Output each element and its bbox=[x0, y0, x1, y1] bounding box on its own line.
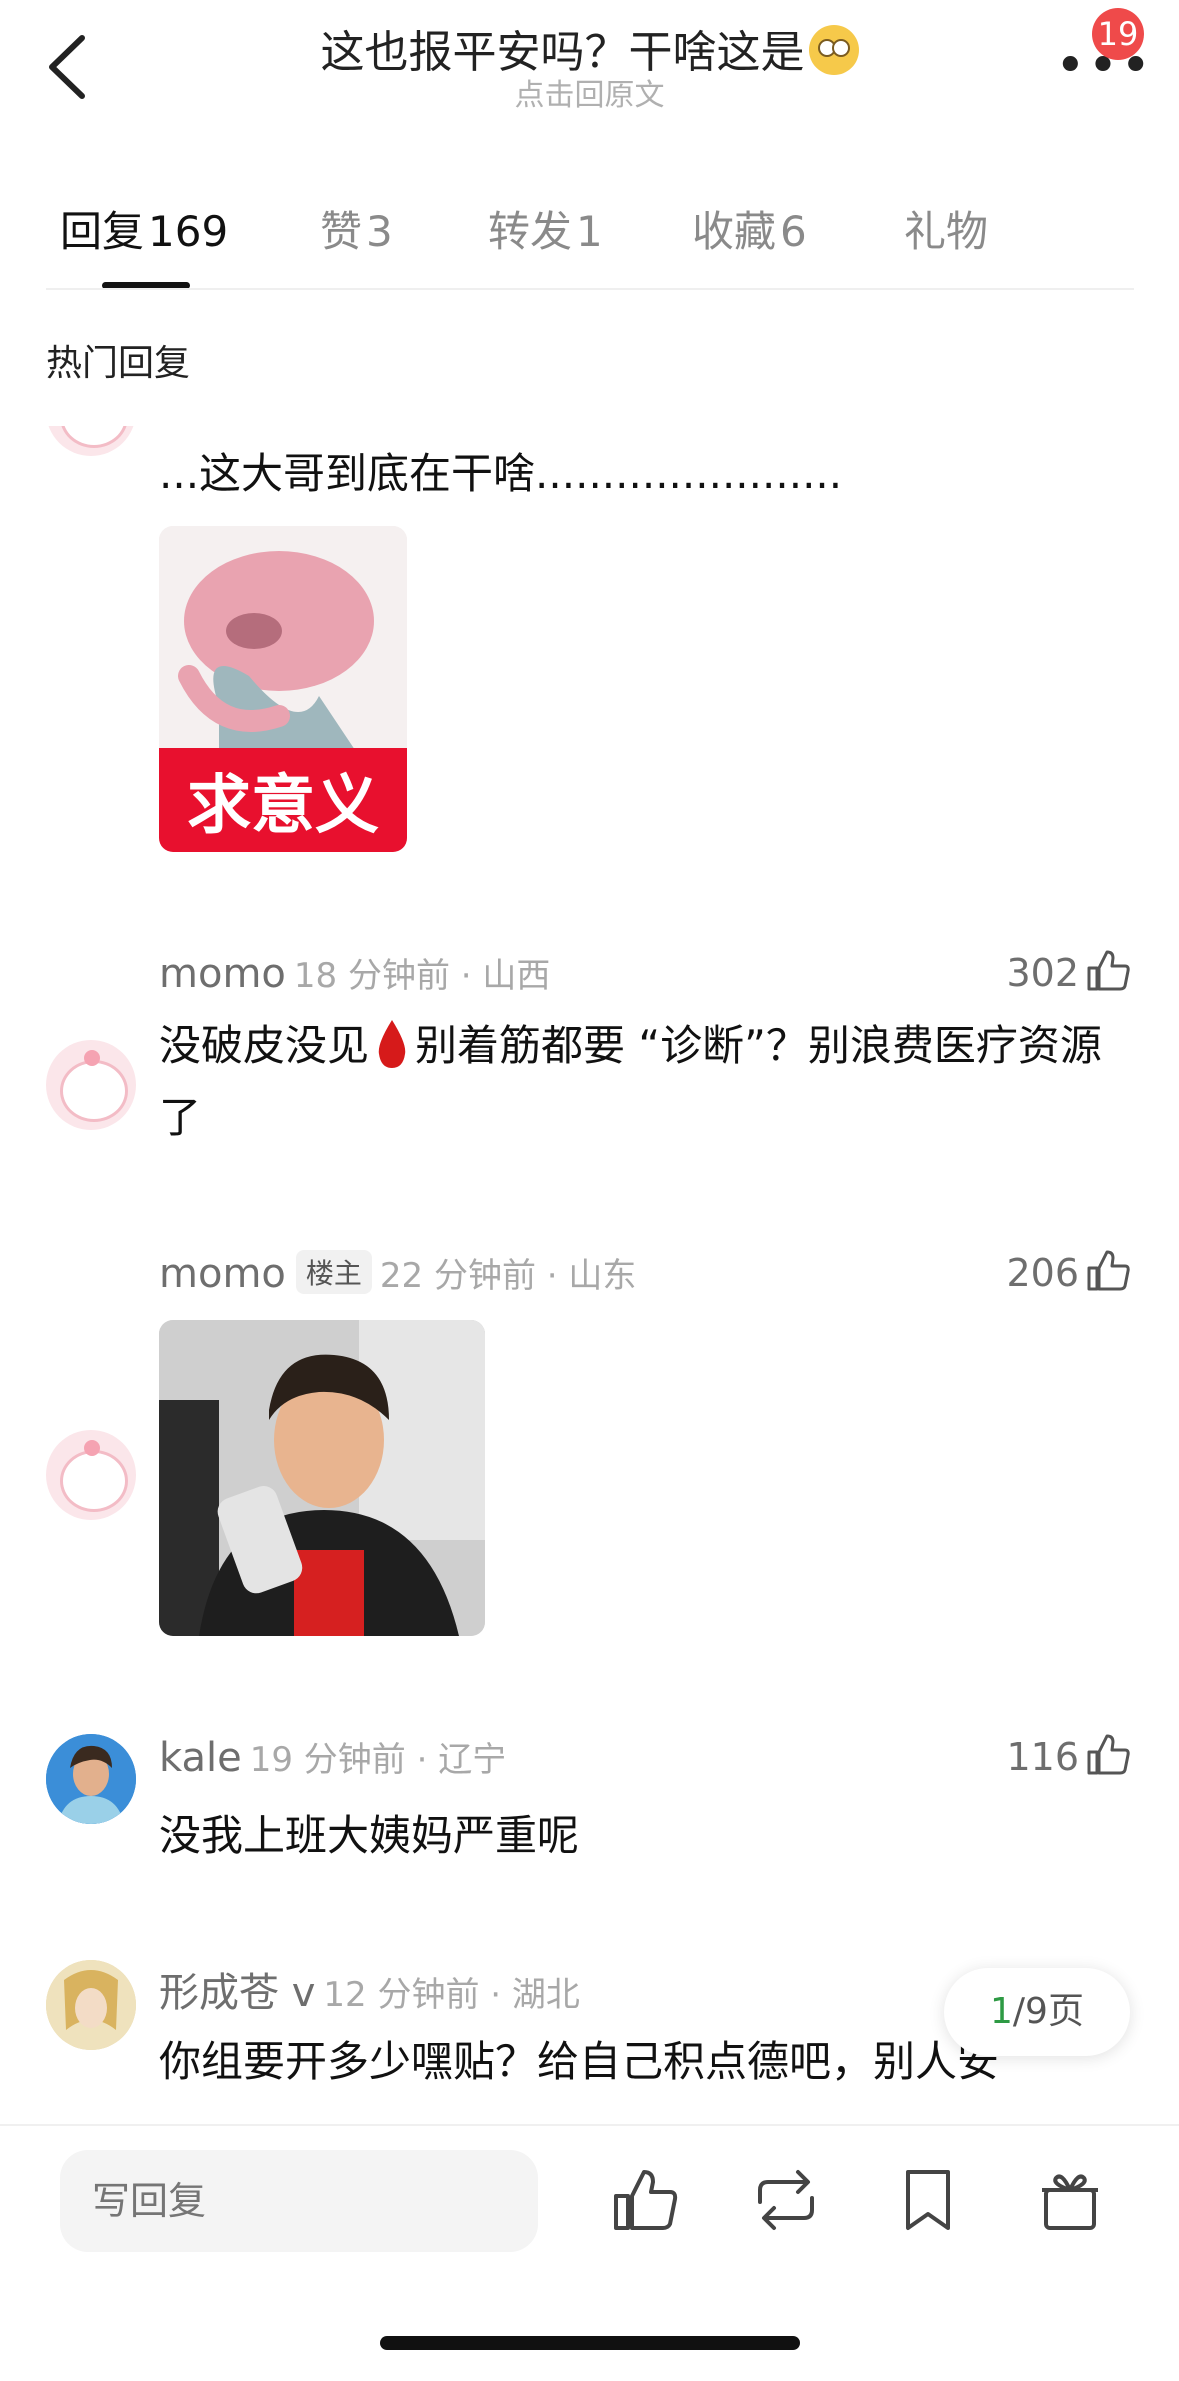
more-options-icon[interactable]: ••• bbox=[1055, 40, 1153, 92]
tab-gifts[interactable]: 礼物 bbox=[904, 198, 988, 259]
thumbs-up-icon[interactable] bbox=[610, 2164, 682, 2236]
comment-header: 形成苍 v 12 分钟前 · 湖北 bbox=[159, 1960, 580, 2018]
avatar-image bbox=[46, 1734, 136, 1824]
comment-header: momo 楼主 22 分钟前 · 山东 bbox=[159, 1248, 636, 1297]
tab-count: 169 bbox=[148, 207, 229, 256]
tab-likes[interactable]: 赞3 bbox=[320, 198, 393, 259]
tab-label: 收藏 bbox=[692, 207, 777, 256]
thumbs-up-icon bbox=[1087, 1734, 1130, 1775]
comment-time-location: 18 分钟前 · 山西 bbox=[293, 956, 551, 996]
thumbs-up-icon bbox=[1087, 950, 1130, 991]
repost-icon[interactable] bbox=[750, 2164, 822, 2236]
section-title: 热门回复 bbox=[46, 343, 191, 384]
tab-reposts[interactable]: 转发1 bbox=[488, 198, 603, 259]
avatar[interactable] bbox=[46, 1040, 136, 1130]
thumbs-up-icon bbox=[1087, 1250, 1130, 1291]
tab-label: 赞 bbox=[320, 207, 363, 256]
avatar[interactable] bbox=[46, 1960, 136, 2050]
tab-label: 回复 bbox=[60, 207, 145, 256]
like-button[interactable]: 302 bbox=[1006, 946, 1133, 995]
tab-replies[interactable]: 回复169 bbox=[60, 198, 228, 259]
comment-time-location: 19 分钟前 · 辽宁 bbox=[249, 1740, 507, 1780]
man-with-phone-photo bbox=[159, 1320, 485, 1636]
tab-count: 3 bbox=[366, 207, 393, 256]
like-count: 116 bbox=[1006, 1735, 1079, 1779]
total-pages: /9页 bbox=[1012, 1991, 1084, 2032]
comment-text-part: 没破皮没见 bbox=[159, 1021, 370, 1070]
comment-text: ...这大哥到底在干啥....................... bbox=[159, 449, 843, 498]
notification-badge: 19 bbox=[1092, 8, 1144, 60]
comment-time-location: 22 分钟前 · 山东 bbox=[379, 1256, 637, 1296]
eye-roll-emoji-icon bbox=[808, 25, 859, 75]
username[interactable]: 形成苍 v bbox=[159, 1970, 315, 2016]
home-indicator bbox=[380, 2336, 800, 2350]
avatar-image bbox=[46, 1960, 136, 2050]
comment-time-location: 12 分钟前 · 湖北 bbox=[323, 1975, 580, 2015]
tab-count: 6 bbox=[780, 207, 807, 256]
back-to-original-link[interactable]: 点击回原文 bbox=[0, 70, 1179, 114]
op-badge: 楼主 bbox=[295, 1250, 372, 1294]
avatar[interactable] bbox=[46, 1734, 136, 1824]
reply-input[interactable] bbox=[60, 2150, 538, 2252]
tab-label: 转发 bbox=[488, 207, 573, 256]
comment-image[interactable]: 求意义 bbox=[159, 526, 407, 852]
current-page: 1 bbox=[990, 1991, 1013, 2032]
like-count: 302 bbox=[1006, 951, 1079, 995]
comment-header: momo 18 分钟前 · 山西 bbox=[159, 948, 550, 997]
comment-text: 没破皮没见 别着筋都要 “诊断”？别浪费医疗资源了 bbox=[159, 1010, 1119, 1154]
page-indicator[interactable]: 1/9页 bbox=[944, 1968, 1130, 2056]
comment-text: 没我上班大姨妈严重呢 bbox=[159, 1811, 580, 1860]
username[interactable]: kale bbox=[159, 1735, 242, 1781]
tab-count: 1 bbox=[576, 207, 603, 256]
like-count: 206 bbox=[1006, 1251, 1079, 1295]
comment-image[interactable] bbox=[159, 1320, 485, 1636]
bookmark-icon[interactable] bbox=[892, 2164, 964, 2236]
divider bbox=[46, 288, 1134, 290]
tab-favorites[interactable]: 收藏6 bbox=[692, 198, 807, 259]
username[interactable]: momo bbox=[159, 1251, 286, 1297]
like-button[interactable]: 116 bbox=[1006, 1730, 1133, 1779]
username[interactable]: momo bbox=[159, 951, 286, 997]
blood-drop-icon bbox=[378, 1020, 406, 1068]
gift-icon[interactable] bbox=[1034, 2164, 1106, 2236]
like-button[interactable]: 206 bbox=[1006, 1246, 1133, 1295]
tab-label: 礼物 bbox=[904, 207, 989, 256]
image-caption: 求意义 bbox=[187, 769, 379, 843]
avatar[interactable] bbox=[46, 1430, 136, 1520]
comment-header: kale 19 分钟前 · 辽宁 bbox=[159, 1732, 506, 1781]
